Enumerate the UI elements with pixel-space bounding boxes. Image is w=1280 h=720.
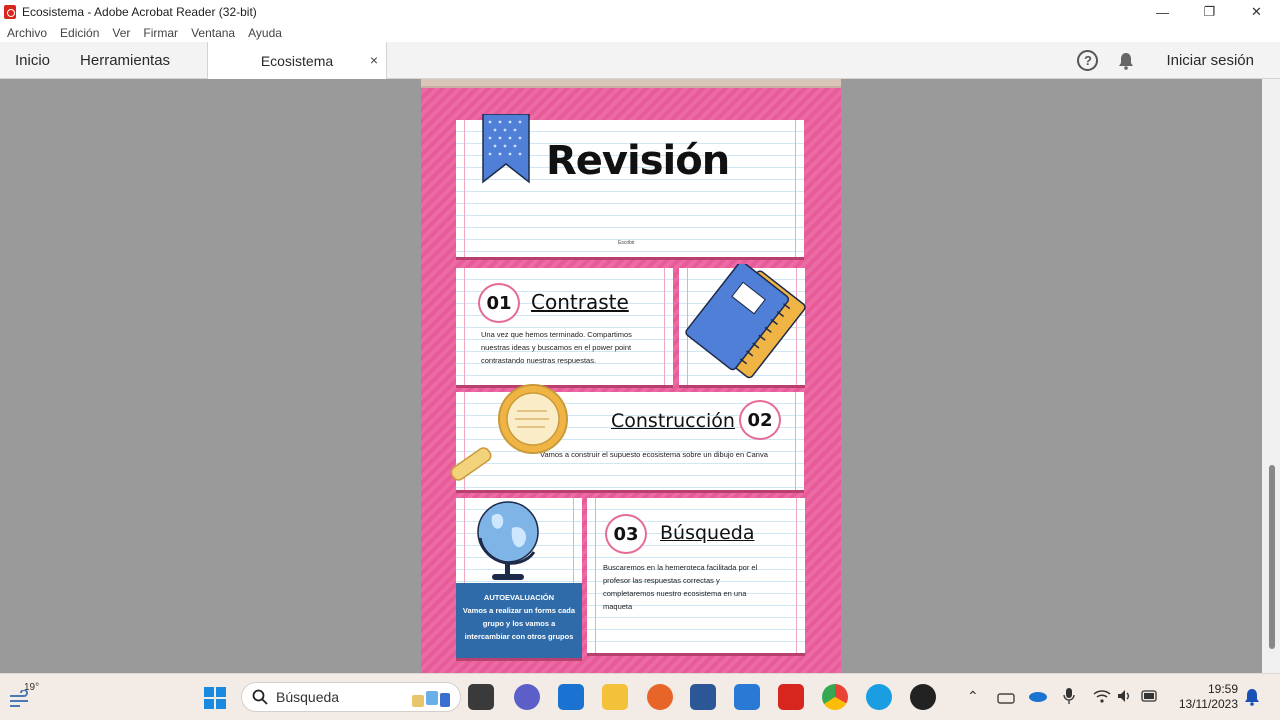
acrobat-taskbar-icon[interactable] [778,684,804,710]
signin-button[interactable]: Iniciar sesión [1166,52,1254,69]
taskbar-search-input[interactable]: Búsqueda [241,682,461,712]
pdf-page: Revisión Escribir 01 Contraste Una vez q… [421,79,841,673]
menu-edicion[interactable]: Edición [60,26,99,40]
tray-expand-icon[interactable]: ⌃ [967,688,979,705]
todo-icon[interactable] [734,684,760,710]
section-heading-contraste: Contraste [531,290,629,314]
tab-bar: Inicio Herramientas Ecosistema × ? Inici… [0,42,1280,79]
windows-start-icon[interactable] [203,686,227,710]
file-explorer-icon[interactable] [602,684,628,710]
tab-document-label: Ecosistema [260,52,334,69]
edge-icon[interactable] [866,684,892,710]
magnifying-glass-icon [450,384,568,481]
acrobat-app-icon [4,5,16,19]
globe-icon [477,501,539,580]
app-icon-orange[interactable] [647,684,673,710]
section-text-contraste: Una vez que hemos terminado. Compartimos… [481,330,632,365]
section-text-construccion: Vamos a construir el supuesto ecosistema… [540,450,768,459]
autoevaluacion-box: AUTOEVALUACIÓN Vamos a realizar un forms… [456,583,582,658]
document-viewport[interactable]: Revisión Escribir 01 Contraste Una vez q… [0,79,1262,673]
close-window-button[interactable]: ✕ [1233,0,1280,24]
section-busqueda-card: 03 Búsqueda Buscaremos en la hemeroteca … [587,498,805,653]
tab-herramientas[interactable]: Herramientas [65,42,185,79]
section-number-02: 02 [739,400,781,440]
scrollbar-thumb[interactable] [1269,465,1275,649]
bookmark-ribbon-icon [482,114,530,184]
menu-ventana[interactable]: Ventana [191,26,235,40]
globe-card: AUTOEVALUACIÓN Vamos a realizar un forms… [456,498,582,658]
autoevaluacion-text: Vamos a realizar un forms cada grupo y l… [462,606,576,641]
notification-center-icon[interactable] [1244,688,1260,706]
tab-document[interactable]: Ecosistema × [207,42,387,79]
taskbar-clock[interactable]: 19:59 13/11/2023 [1179,682,1238,712]
windows-taskbar: 19° Búsqueda ⌃ 19:59 13/11/2023 [0,673,1280,720]
section-number-03: 03 [605,514,647,554]
title-bar: Ecosistema - Adobe Acrobat Reader (32-bi… [0,0,1280,24]
help-icon[interactable]: ? [1077,50,1099,71]
menu-bar: Archivo Edición Ver Firmar Ventana Ayuda [0,24,1280,42]
page-top-band [421,79,841,88]
vertical-scrollbar[interactable] [1262,79,1280,673]
mail-icon[interactable] [558,684,584,710]
section-text-busqueda: Buscaremos en la hemeroteca facilitada p… [603,563,758,611]
obs-icon[interactable] [910,684,936,710]
menu-archivo[interactable]: Archivo [7,26,47,40]
weather-temperature: 19° [24,682,40,693]
battery-icon[interactable] [1141,689,1159,703]
notifications-bell-icon[interactable] [1118,52,1134,70]
clock-date: 13/11/2023 [1178,697,1238,711]
teams-icon[interactable] [514,684,540,710]
network-drive-icon[interactable] [997,689,1015,705]
volume-icon[interactable] [1117,688,1133,704]
wifi-icon[interactable] [1093,688,1111,704]
autoevaluacion-title: AUTOEVALUACIÓN [483,593,555,602]
window-controls: — ❐ ✕ [1139,0,1280,24]
clock-time: 19:59 [1207,682,1238,696]
tab-bar-right: ? Iniciar sesión [1077,42,1280,79]
menu-ver[interactable]: Ver [112,26,130,40]
maximize-button[interactable]: ❐ [1186,0,1233,24]
chrome-icon[interactable] [822,684,848,710]
minimize-button[interactable]: — [1139,0,1186,24]
section-contraste-card: 01 Contraste Una vez que hemos terminado… [456,268,673,385]
small-caption: Escribir [618,240,635,246]
section-heading-busqueda: Búsqueda [660,522,755,544]
onedrive-icon[interactable] [1028,690,1048,702]
notebook-illustration-icon [685,264,806,379]
search-icon [252,689,268,705]
title-card: Revisión Escribir [456,114,804,257]
microphone-icon[interactable] [1063,687,1075,705]
menu-firmar[interactable]: Firmar [143,26,178,40]
section-heading-construccion: Construcción [611,410,735,432]
menu-ayuda[interactable]: Ayuda [248,26,282,40]
search-placeholder: Búsqueda [276,689,340,705]
window-title: Ecosistema - Adobe Acrobat Reader (32-bi… [22,5,257,19]
word-icon[interactable] [690,684,716,710]
notebook-card [679,264,806,385]
close-tab-icon[interactable]: × [370,52,378,68]
search-highlight-icon [412,691,450,707]
task-view-icon[interactable] [468,684,494,710]
tab-inicio[interactable]: Inicio [0,42,65,79]
page-title: Revisión [546,138,730,184]
section-number-01: 01 [478,283,520,323]
